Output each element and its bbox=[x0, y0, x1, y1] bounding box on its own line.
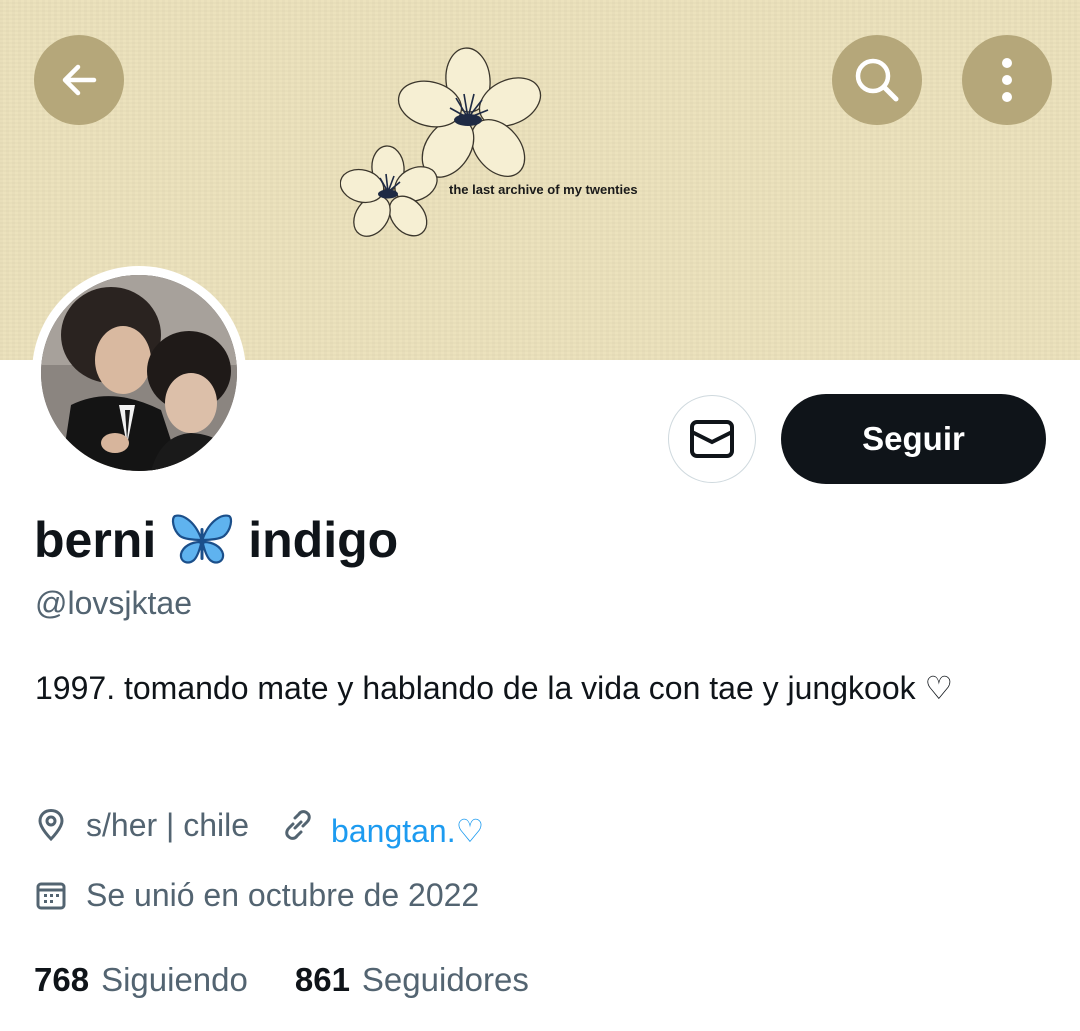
more-vertical-icon bbox=[1002, 58, 1012, 102]
avatar[interactable] bbox=[41, 275, 237, 471]
search-button[interactable] bbox=[832, 35, 922, 125]
followers-count: 861 bbox=[294, 961, 350, 998]
more-options-button[interactable] bbox=[962, 35, 1052, 125]
display-name: berni indigo bbox=[34, 510, 398, 570]
following-stat[interactable]: 768 Siguiendo bbox=[34, 961, 248, 999]
following-count: 768 bbox=[34, 961, 90, 998]
username-handle: @lovsjktae bbox=[35, 585, 192, 621]
followers-stat[interactable]: 861 Seguidores bbox=[295, 961, 529, 999]
back-button[interactable] bbox=[34, 35, 124, 125]
avatar-image bbox=[41, 275, 237, 471]
follow-stats: 768 Siguiendo 861 Seguidores bbox=[34, 955, 529, 1005]
message-button[interactable] bbox=[668, 395, 756, 483]
profile-meta-location-link: s/her | chile bangtan.♡ bbox=[34, 800, 484, 850]
joined-date-row: Se unió en octubre de 2022 bbox=[34, 870, 479, 920]
following-label: Siguiendo bbox=[101, 961, 248, 998]
profile-bio: 1997. tomando mate y hablando de la vida… bbox=[35, 670, 954, 706]
link-icon bbox=[281, 808, 315, 842]
follow-button[interactable]: Seguir bbox=[781, 394, 1046, 484]
cherry-blossom-illustration bbox=[340, 47, 542, 237]
website-link[interactable]: bangtan.♡ bbox=[331, 812, 484, 850]
joined-date-text: Se unió en octubre de 2022 bbox=[86, 876, 480, 913]
followers-label: Seguidores bbox=[361, 961, 529, 998]
calendar-icon bbox=[34, 878, 68, 912]
envelope-icon bbox=[690, 420, 734, 458]
search-icon bbox=[855, 58, 899, 102]
location-pin-icon bbox=[34, 808, 68, 842]
butterfly-icon bbox=[172, 514, 233, 564]
display-name-first: berni bbox=[34, 512, 157, 568]
banner-caption: the last archive of my twenties bbox=[449, 182, 638, 197]
display-name-last: indigo bbox=[248, 512, 399, 568]
location-text: s/her | chile bbox=[86, 806, 250, 843]
arrow-left-icon bbox=[62, 64, 97, 96]
